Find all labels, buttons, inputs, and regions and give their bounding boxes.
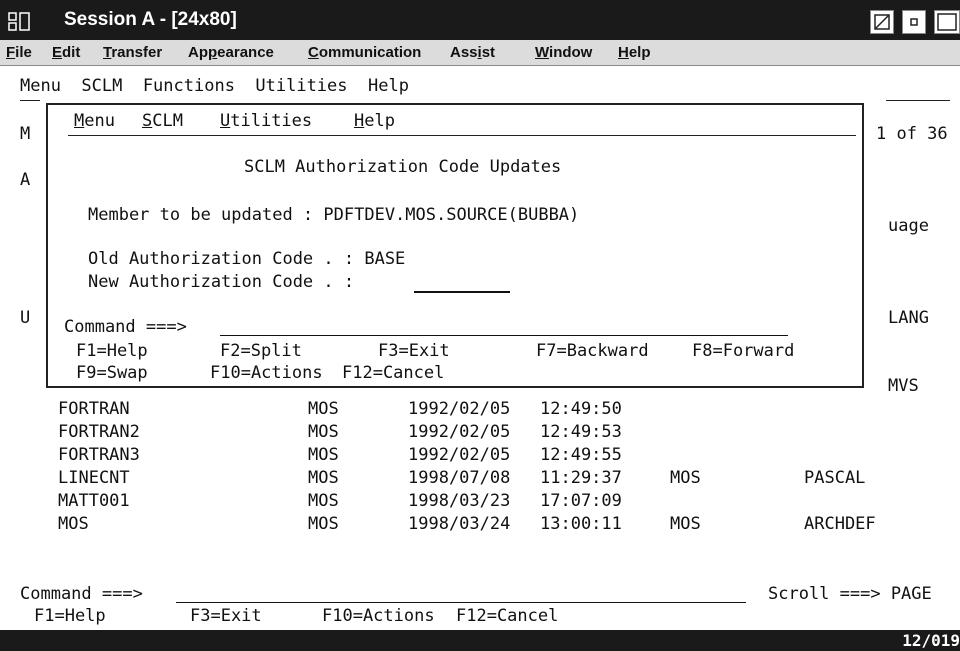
fkey-cancel[interactable]: F12=Cancel <box>456 606 558 626</box>
action-bar-divider-left <box>20 100 40 101</box>
popup-fkey-backward[interactable]: F7=Backward <box>536 341 649 361</box>
member-owner: MOS <box>308 399 339 419</box>
member-owner: MOS <box>308 422 339 442</box>
member-name: FORTRAN <box>58 399 130 419</box>
popup-menu-sclm[interactable]: SCLM <box>142 111 183 131</box>
member-date: 1992/02/05 <box>408 422 511 442</box>
obscured-text-fragment: uage <box>888 216 929 236</box>
popup-fkey-split[interactable]: F2=Split <box>220 341 302 361</box>
popup-fkey-cancel[interactable]: F12=Cancel <box>342 363 444 383</box>
new-code-label: New Authorization Code . : <box>88 272 365 292</box>
member-field: Member to be updated : PDFTDEV.MOS.SOURC… <box>88 205 579 225</box>
member-owner: MOS <box>308 445 339 465</box>
menu-help[interactable]: Help <box>618 44 651 61</box>
obscured-text-fragment: U <box>20 308 31 328</box>
row-counter: 1 of 36 <box>876 124 948 144</box>
obscured-text-fragment: M <box>20 124 31 144</box>
minimize-icon[interactable] <box>902 10 926 34</box>
scroll-field[interactable]: Scroll ===> PAGE <box>768 584 932 604</box>
member-date: 1992/02/05 <box>408 445 511 465</box>
popup-menu-divider <box>68 135 856 136</box>
popup-fkey-exit[interactable]: F3=Exit <box>378 341 450 361</box>
emulator-menubar: File Edit Transfer Appearance Communicat… <box>0 40 960 66</box>
popup-fkey-actions[interactable]: F10=Actions <box>210 363 323 383</box>
member-col5: MOS <box>670 468 701 488</box>
member-name: LINECNT <box>58 468 130 488</box>
pin-window-button[interactable] <box>870 10 894 34</box>
member-name: FORTRAN3 <box>58 445 140 465</box>
member-owner: MOS <box>308 491 339 511</box>
cursor-position: 12/019 <box>902 631 960 650</box>
member-value: PDFTDEV.MOS.SOURCE(BUBBA) <box>323 205 580 225</box>
old-code-field: Old Authorization Code . : BASE <box>88 249 405 269</box>
menu-window[interactable]: Window <box>535 44 592 61</box>
member-owner: MOS <box>308 514 339 534</box>
popup-command-label: Command ===> <box>64 317 187 337</box>
popup-fkey-forward[interactable]: F8=Forward <box>692 341 794 361</box>
member-time: 11:29:37 <box>540 468 622 488</box>
menu-assist[interactable]: Assist <box>450 44 495 61</box>
popup-menu-menu[interactable]: Menu <box>74 111 115 131</box>
member-name: MATT001 <box>58 491 130 511</box>
status-bar: 12/019 <box>0 630 960 651</box>
member-time: 17:07:09 <box>540 491 622 511</box>
menu-file[interactable]: File <box>6 44 32 61</box>
menu-appearance[interactable]: Appearance <box>188 44 274 61</box>
authorization-code-popup: Menu SCLM Utilities Help SCLM Authorizat… <box>46 103 864 388</box>
emulator-app-icon[interactable] <box>8 12 30 32</box>
old-code-value: BASE <box>364 249 406 269</box>
member-name: FORTRAN2 <box>58 422 140 442</box>
fkey-exit[interactable]: F3=Exit <box>190 606 262 626</box>
member-col5: MOS <box>670 514 701 534</box>
maximize-icon[interactable] <box>934 10 960 34</box>
member-time: 12:49:55 <box>540 445 622 465</box>
action-bar-divider-right <box>886 100 950 101</box>
popup-fkey-swap[interactable]: F9=Swap <box>76 363 148 383</box>
menu-edit[interactable]: Edit <box>52 44 80 61</box>
member-time: 12:49:50 <box>540 399 622 419</box>
member-date: 1998/03/24 <box>408 514 511 534</box>
member-owner: MOS <box>308 468 339 488</box>
obscured-text-fragment: LANG <box>888 308 929 328</box>
terminal-action-bar[interactable]: Menu SCLM Functions Utilities Help <box>20 76 409 96</box>
popup-menu-help[interactable]: Help <box>354 111 395 131</box>
fkey-help[interactable]: F1=Help <box>34 606 106 626</box>
menu-communication[interactable]: Communication <box>308 44 421 61</box>
popup-fkey-help[interactable]: F1=Help <box>76 341 148 361</box>
member-name: MOS <box>58 514 89 534</box>
obscured-text-fragment: MVS <box>888 376 919 396</box>
member-language: ARCHDEF <box>804 514 876 534</box>
member-time: 13:00:11 <box>540 514 622 534</box>
new-code-input[interactable] <box>414 291 510 293</box>
popup-menu-utilities[interactable]: Utilities <box>220 111 312 131</box>
menu-transfer[interactable]: Transfer <box>103 44 162 61</box>
member-date: 1992/02/05 <box>408 399 511 419</box>
main-command-input[interactable] <box>176 602 746 603</box>
member-date: 1998/07/08 <box>408 468 511 488</box>
old-code-label: Old Authorization Code . : <box>88 249 365 269</box>
fkey-actions[interactable]: F10=Actions <box>322 606 435 626</box>
obscured-text-fragment: A <box>20 170 31 190</box>
main-command-label: Command ===> <box>20 584 143 604</box>
member-label: Member to be updated : <box>88 205 324 225</box>
member-date: 1998/03/23 <box>408 491 511 511</box>
popup-command-input[interactable] <box>220 335 788 336</box>
window-title: Session A - [24x80] <box>64 9 237 30</box>
member-language: PASCAL <box>804 468 866 488</box>
title-bar: Session A - [24x80] <box>0 0 960 40</box>
popup-title: SCLM Authorization Code Updates <box>244 157 562 177</box>
member-time: 12:49:53 <box>540 422 622 442</box>
